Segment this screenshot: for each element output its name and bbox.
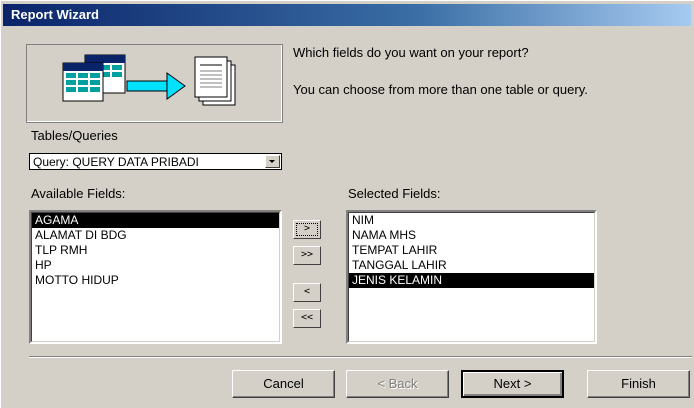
tables-queries-value: Query: QUERY DATA PRIBADI [33, 155, 199, 169]
next-button[interactable]: Next > [461, 370, 564, 398]
cancel-button[interactable]: Cancel [232, 370, 335, 398]
finish-button[interactable]: Finish [587, 370, 690, 398]
list-item[interactable]: NIM [349, 213, 594, 228]
list-item[interactable]: JENIS KELAMIN [349, 273, 594, 288]
tables-to-report-icon [62, 54, 236, 106]
list-item[interactable]: MOTTO HIDUP [32, 273, 279, 288]
selected-fields-label: Selected Fields: [348, 186, 441, 201]
add-all-fields-button[interactable]: >> [293, 246, 321, 265]
available-fields-list[interactable]: AGAMA ALAMAT DI BDG TLP RMH HP MOTTO HID… [29, 210, 282, 344]
window-title: Report Wizard [11, 7, 99, 22]
tables-queries-combo[interactable]: Query: QUERY DATA PRIBADI [29, 153, 282, 170]
list-item[interactable]: AGAMA [32, 213, 279, 228]
list-item[interactable]: TANGGAL LAHIR [349, 258, 594, 273]
available-fields-items: AGAMA ALAMAT DI BDG TLP RMH HP MOTTO HID… [31, 212, 280, 342]
divider [29, 356, 692, 358]
list-item[interactable]: TEMPAT LAHIR [349, 243, 594, 258]
list-item[interactable]: ALAMAT DI BDG [32, 228, 279, 243]
selected-fields-list[interactable]: NIM NAMA MHS TEMPAT LAHIR TANGGAL LAHIR … [346, 210, 597, 344]
remove-all-fields-button[interactable]: << [293, 309, 321, 328]
back-button[interactable]: < Back [346, 370, 449, 398]
chevron-down-icon[interactable] [265, 155, 280, 168]
available-fields-label: Available Fields: [31, 186, 126, 201]
selected-fields-items: NIM NAMA MHS TEMPAT LAHIR TANGGAL LAHIR … [348, 212, 595, 342]
list-item[interactable]: HP [32, 258, 279, 273]
tables-queries-label: Tables/Queries [31, 128, 118, 143]
list-item[interactable]: TLP RMH [32, 243, 279, 258]
add-field-button[interactable]: > [293, 220, 321, 239]
remove-field-button[interactable]: < [293, 283, 321, 302]
report-wizard-window: Report Wizard Which fields do you want o… [0, 0, 694, 408]
prompt-question: Which fields do you want on your report? [293, 45, 529, 60]
prompt-hint: You can choose from more than one table … [293, 82, 588, 97]
wizard-graphic [26, 44, 283, 123]
list-item[interactable]: NAMA MHS [349, 228, 594, 243]
title-bar: Report Wizard [3, 4, 691, 26]
